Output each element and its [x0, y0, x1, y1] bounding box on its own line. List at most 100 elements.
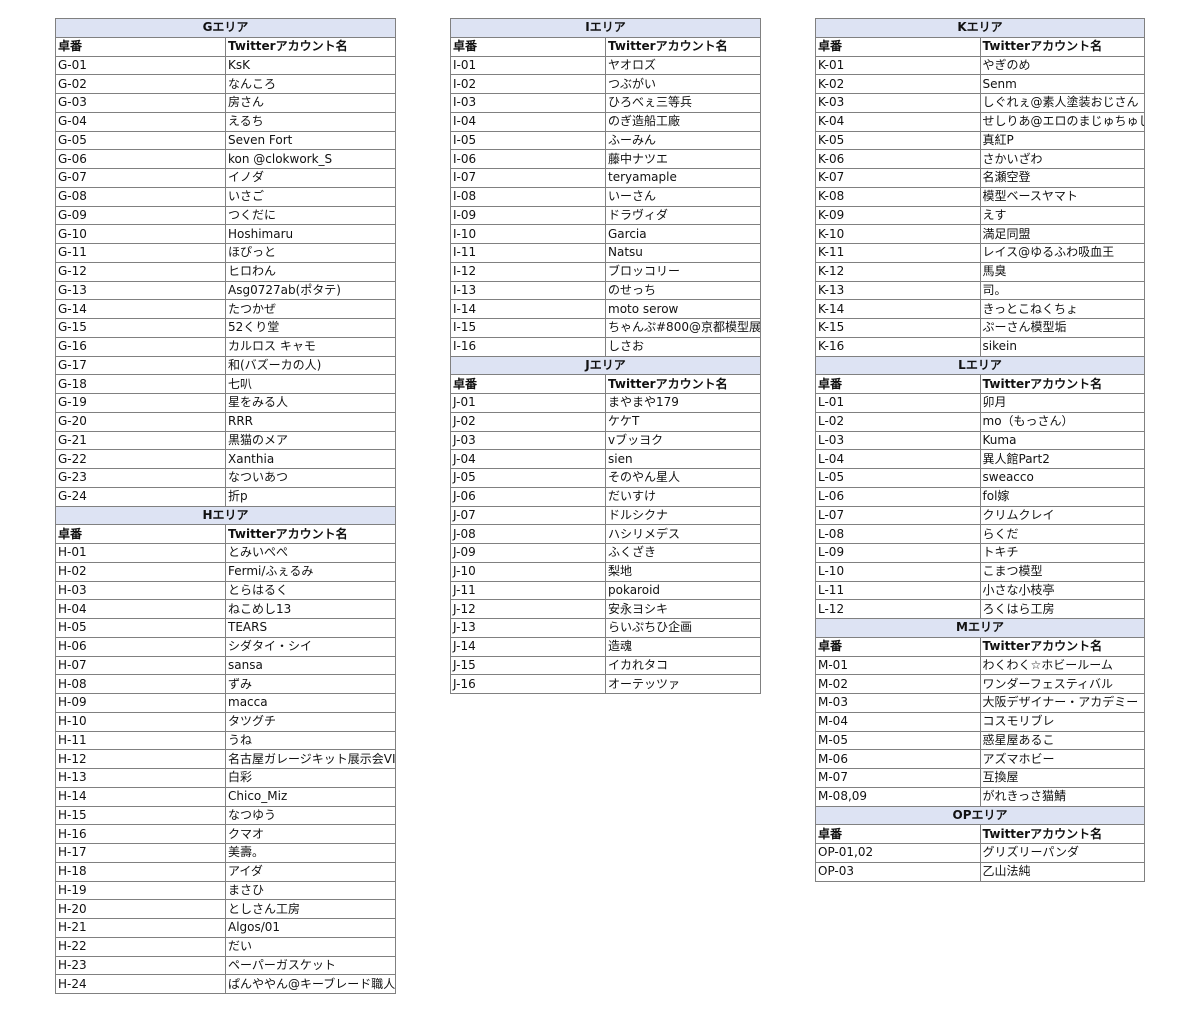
- table-number-cell: G-11: [55, 243, 226, 263]
- area-title-row: Hエリア: [55, 505, 396, 526]
- table-number-cell: I-11: [450, 243, 606, 263]
- table-number-cell: H-24: [55, 974, 226, 994]
- table-row: G-22 Xanthia: [55, 449, 396, 469]
- table-number-cell: I-03: [450, 93, 606, 113]
- table-number-cell: L-05: [815, 468, 981, 488]
- table-number-cell: K-13: [815, 280, 981, 301]
- twitter-account-cell: Natsu: [605, 243, 761, 263]
- twitter-account-cell: のせっち: [605, 280, 761, 301]
- twitter-account-cell: がれきっさ猫鯖: [979, 786, 1145, 807]
- table-row: J-15 イカれタコ: [450, 655, 761, 676]
- table-number-cell: M-08,09: [815, 786, 981, 807]
- table-row: G-06 kon @clokwork_S: [55, 149, 396, 169]
- twitter-account-cell: シダタイ・シイ: [225, 636, 396, 657]
- table-row: H-16 クマオ: [55, 824, 396, 844]
- seating-table: Iエリア 卓番 Twitterアカウント名 I-01 ヤオロズ I-02 つぶがい I-03 ひ…: [450, 18, 761, 694]
- twitter-account-cell: 七叭: [225, 374, 396, 394]
- twitter-account-cell: ひろべぇ三等兵: [605, 93, 761, 113]
- twitter-account-cell: sikein: [979, 336, 1145, 357]
- table-row: H-06 シダタイ・シイ: [55, 636, 396, 657]
- table-number-cell: M-02: [815, 674, 981, 694]
- table-row: G-12 ヒロわん: [55, 261, 396, 282]
- twitter-account-cell: Senm: [979, 74, 1145, 94]
- twitter-account-cell: アイダ: [225, 861, 396, 882]
- twitter-account-cell: うね: [225, 730, 396, 751]
- table-row: I-15ちゃんぷ#800@京都模型展示会: [450, 318, 761, 338]
- table-number-cell: G-14: [55, 299, 226, 319]
- table-row: H-10 タツグチ: [55, 711, 396, 732]
- table-number-cell: H-02: [55, 561, 226, 582]
- twitter-account-cell: 異人館Part2: [979, 449, 1145, 469]
- twitter-account-cell: なつゆう: [225, 805, 396, 826]
- table-row: L-02 mo（もっさん）: [815, 411, 1145, 432]
- table-number-cell: H-01: [55, 543, 226, 563]
- table-number-cell: K-10: [815, 224, 981, 244]
- table-number-cell: J-14: [450, 636, 606, 657]
- area-title-row: Mエリア: [815, 618, 1145, 638]
- table-row: K-11 レイス@ゆるふわ吸血王: [815, 243, 1145, 263]
- twitter-account-cell: らいぷちひ企画: [605, 618, 761, 638]
- table-number-cell: K-09: [815, 205, 981, 226]
- table-row: K-05 真紅P: [815, 130, 1145, 151]
- table-row: J-09 ふくざき: [450, 543, 761, 563]
- twitter-account-header: Twitterアカウント名: [979, 36, 1145, 57]
- table-number-cell: H-22: [55, 936, 226, 957]
- table-number-cell: I-12: [450, 261, 606, 282]
- table-row: K-09 えす: [815, 205, 1145, 226]
- twitter-account-cell: 馬臭: [979, 261, 1145, 282]
- table-row: I-02 つぶがい: [450, 74, 761, 94]
- twitter-account-cell: タツグチ: [225, 711, 396, 732]
- twitter-account-cell: いーさん: [605, 186, 761, 207]
- table-row: G-18 七叭: [55, 374, 396, 394]
- table-row: J-03 vブッヨク: [450, 430, 761, 451]
- twitter-account-cell: トキチ: [979, 543, 1145, 563]
- table-number-cell: K-01: [815, 55, 981, 76]
- table-row: I-13 のせっち: [450, 280, 761, 301]
- column-header-row: 卓番 Twitterアカウント名: [55, 524, 396, 544]
- table-number-cell: M-01: [815, 655, 981, 676]
- table-number-cell: J-05: [450, 468, 606, 488]
- table-row: L-11 小さな小枝亭: [815, 580, 1145, 601]
- table-row: J-04 sien: [450, 449, 761, 469]
- twitter-account-cell: teryamaple: [605, 168, 761, 188]
- table-row: J-14 造魂: [450, 636, 761, 657]
- table-row: G-15 52くり堂: [55, 318, 396, 338]
- table-row: M-04 コスモリブレ: [815, 711, 1145, 732]
- table-number-cell: H-09: [55, 693, 226, 713]
- twitter-account-cell: 司。: [979, 280, 1145, 301]
- table-row: M-02 ワンダーフェスティバル: [815, 674, 1145, 694]
- table-number-header: 卓番: [815, 374, 981, 394]
- table-row: M-03 大阪デザイナー・アカデミー: [815, 693, 1145, 713]
- column-header-row: 卓番 Twitterアカウント名: [815, 36, 1145, 57]
- table-number-cell: G-06: [55, 149, 226, 169]
- table-row: K-08 模型ベースヤマト: [815, 186, 1145, 207]
- table-number-cell: H-04: [55, 599, 226, 619]
- table-number-cell: G-08: [55, 186, 226, 207]
- table-row: H-08 ずみ: [55, 674, 396, 694]
- table-number-cell: L-10: [815, 561, 981, 582]
- twitter-account-cell: ろくはら工房: [979, 599, 1145, 619]
- twitter-account-cell: ヒロわん: [225, 261, 396, 282]
- twitter-account-cell: 真紅P: [979, 130, 1145, 151]
- table-number-cell: I-06: [450, 149, 606, 169]
- twitter-account-cell: 惑星屋あるこ: [979, 730, 1145, 751]
- table-number-cell: G-22: [55, 449, 226, 469]
- twitter-account-cell: ほぴっと: [225, 243, 396, 263]
- table-number-cell: I-02: [450, 74, 606, 94]
- twitter-account-cell: Algos/01: [225, 918, 396, 938]
- table-row: M-08,09 がれきっさ猫鯖: [815, 786, 1145, 807]
- table-row: H-12名古屋ガレージキット展示会VISIONS企画室: [55, 749, 396, 769]
- table-row: G-04 えるち: [55, 111, 396, 132]
- table-number-cell: J-02: [450, 411, 606, 432]
- table-number-cell: I-13: [450, 280, 606, 301]
- table-row: K-15 ぷーさん模型垢: [815, 318, 1145, 338]
- table-number-cell: L-01: [815, 393, 981, 413]
- table-number-cell: M-05: [815, 730, 981, 751]
- twitter-account-cell: RRR: [225, 411, 396, 432]
- table-row: K-13 司。: [815, 280, 1145, 301]
- table-row: H-17 美壽。: [55, 843, 396, 863]
- table-row: K-02 Senm: [815, 74, 1145, 94]
- twitter-account-cell: 藤中ナツエ: [605, 149, 761, 169]
- table-row: G-09 つくだに: [55, 205, 396, 226]
- table-row: M-07 互換屋: [815, 768, 1145, 788]
